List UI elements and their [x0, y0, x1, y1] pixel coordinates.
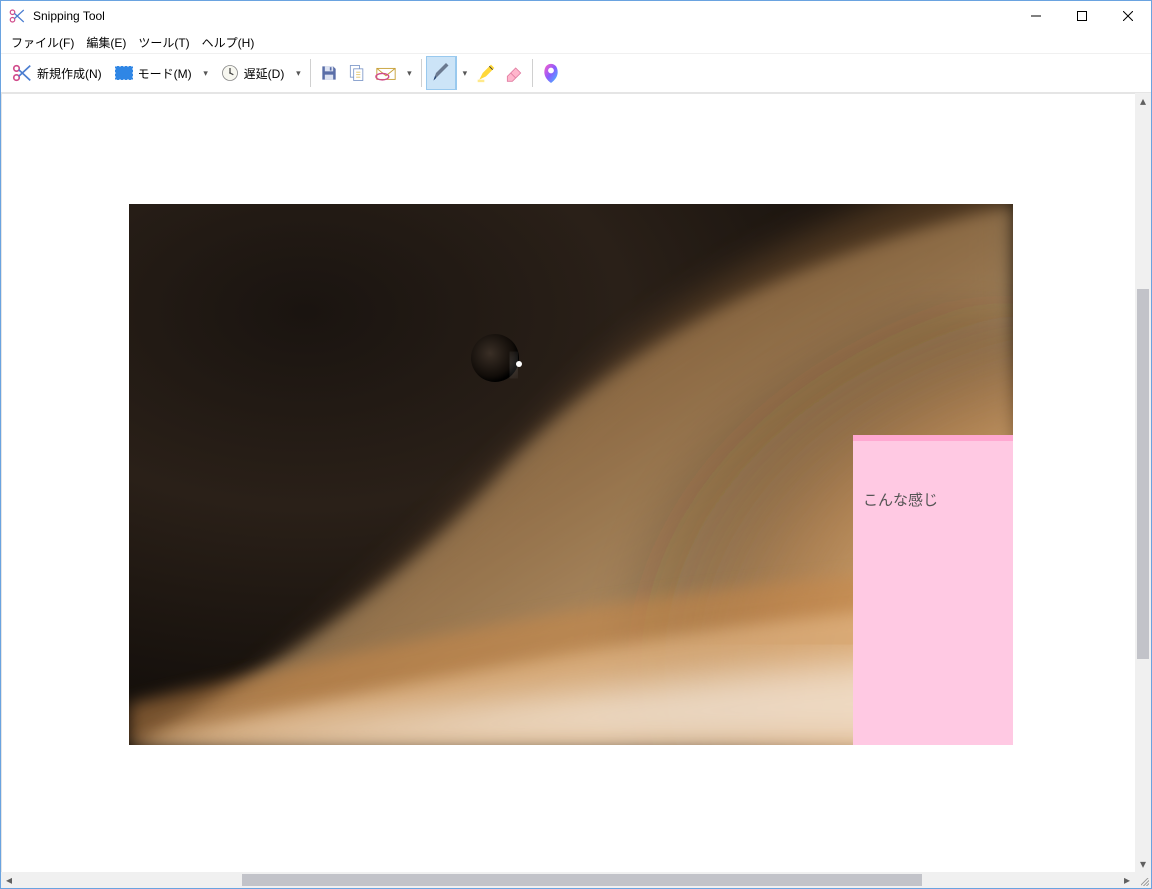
- horizontal-scroll-thumb[interactable]: [242, 874, 922, 886]
- pen-button[interactable]: [426, 56, 456, 90]
- scroll-right-button[interactable]: ▸: [1119, 872, 1135, 888]
- scroll-up-icon: ▴: [1140, 94, 1146, 108]
- delay-dropdown[interactable]: ▾: [290, 56, 306, 90]
- new-snip-button[interactable]: 新規作成(N): [5, 56, 108, 90]
- clock-icon: [220, 63, 240, 83]
- vertical-scroll-track[interactable]: [1135, 109, 1151, 856]
- eraser-icon: [504, 63, 524, 83]
- send-snip-button[interactable]: [371, 56, 401, 90]
- menu-tools[interactable]: ツール(T): [132, 32, 195, 53]
- scissors-icon: [7, 6, 27, 26]
- mode-button[interactable]: モード(M): [108, 56, 198, 90]
- pen-dropdown[interactable]: ▾: [456, 56, 472, 90]
- scroll-up-button[interactable]: ▴: [1135, 93, 1151, 109]
- paint3d-icon: [541, 62, 561, 84]
- menu-bar: ファイル(F) 編集(E) ツール(T) ヘルプ(H): [1, 31, 1151, 53]
- title-bar: Snipping Tool: [1, 1, 1151, 31]
- vertical-scrollbar[interactable]: ▴ ▾: [1135, 93, 1151, 872]
- highlighter-icon: [476, 63, 496, 83]
- canvas-viewport[interactable]: こんな感じ: [1, 93, 1135, 872]
- canvas-area: こんな感じ ▴ ▾ ◂ ▸: [1, 93, 1151, 888]
- copy-icon: [347, 63, 367, 83]
- horizontal-scrollbar[interactable]: ◂ ▸: [1, 872, 1135, 888]
- highlighter-button[interactable]: [472, 56, 500, 90]
- send-snip-dropdown[interactable]: ▾: [401, 56, 417, 90]
- minimize-button[interactable]: [1013, 1, 1059, 31]
- pen-icon: [431, 63, 451, 83]
- close-button[interactable]: [1105, 1, 1151, 31]
- eraser-button[interactable]: [500, 56, 528, 90]
- scroll-right-icon: ▸: [1124, 873, 1130, 887]
- menu-file[interactable]: ファイル(F): [5, 32, 80, 53]
- new-snip-label: 新規作成(N): [37, 65, 102, 82]
- toolbar-separator: [310, 59, 311, 87]
- mail-icon: [375, 64, 397, 82]
- app-window: Snipping Tool ファイル(F) 編集(E) ツール(T) ヘルプ(H…: [0, 0, 1152, 889]
- toolbar: 新規作成(N) モード(M) ▾ 遅延(D) ▾: [1, 53, 1151, 93]
- sticky-note-text: こんな感じ: [863, 492, 938, 509]
- scroll-left-icon: ◂: [6, 873, 12, 887]
- horizontal-scroll-track[interactable]: [17, 872, 1119, 888]
- copy-button[interactable]: [343, 56, 371, 90]
- sticky-note: こんな感じ: [853, 435, 1013, 745]
- save-button[interactable]: [315, 56, 343, 90]
- mode-label: モード(M): [138, 65, 192, 82]
- toolbar-separator: [532, 59, 533, 87]
- menu-help[interactable]: ヘルプ(H): [196, 32, 261, 53]
- delay-label: 遅延(D): [244, 65, 285, 82]
- vertical-scroll-thumb[interactable]: [1137, 289, 1149, 659]
- rectangle-mode-icon: [114, 63, 134, 83]
- resize-grip[interactable]: [1135, 872, 1151, 888]
- mode-dropdown[interactable]: ▾: [198, 56, 214, 90]
- delay-button[interactable]: 遅延(D): [214, 56, 291, 90]
- scissors-new-icon: [11, 62, 33, 84]
- scroll-down-icon: ▾: [1140, 857, 1146, 871]
- menu-edit[interactable]: 編集(E): [80, 32, 132, 53]
- window-title: Snipping Tool: [33, 9, 105, 23]
- maximize-button[interactable]: [1059, 1, 1105, 31]
- scroll-left-button[interactable]: ◂: [1, 872, 17, 888]
- scroll-down-button[interactable]: ▾: [1135, 856, 1151, 872]
- save-icon: [319, 63, 339, 83]
- toolbar-separator: [421, 59, 422, 87]
- paint3d-button[interactable]: [537, 56, 565, 90]
- captured-image: こんな感じ: [129, 204, 1013, 745]
